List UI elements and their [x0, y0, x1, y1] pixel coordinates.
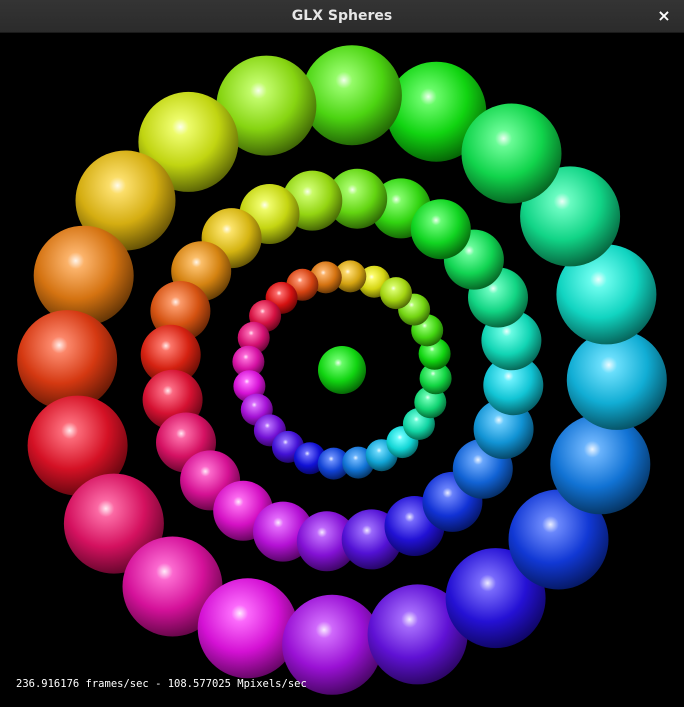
outer-ring-sphere: [301, 45, 402, 146]
fps-readout: 236.916176 frames/sec - 108.577025 Mpixe…: [16, 678, 307, 690]
close-button[interactable]: ×: [652, 5, 676, 29]
window-title: GLX Spheres: [291, 8, 393, 24]
spheres-canvas: [17, 45, 667, 695]
outer-ring-sphere: [197, 578, 298, 679]
inner-ring-sphere: [380, 277, 412, 310]
center-sphere: [318, 346, 366, 394]
render-viewport: 236.916176 frames/sec - 108.577025 Mpixe…: [0, 34, 684, 707]
outer-ring-sphere: [566, 329, 667, 430]
outer-ring-sphere: [17, 310, 118, 411]
outer-ring-sphere: [461, 103, 562, 204]
outer-ring-sphere: [550, 414, 651, 515]
glx-spheres-window: GLX Spheres × 236.916176 frames/sec - 10…: [0, 0, 684, 707]
outer-ring-sphere: [33, 225, 134, 326]
title-bar[interactable]: GLX Spheres ×: [0, 0, 684, 33]
middle-ring-sphere: [410, 199, 471, 260]
